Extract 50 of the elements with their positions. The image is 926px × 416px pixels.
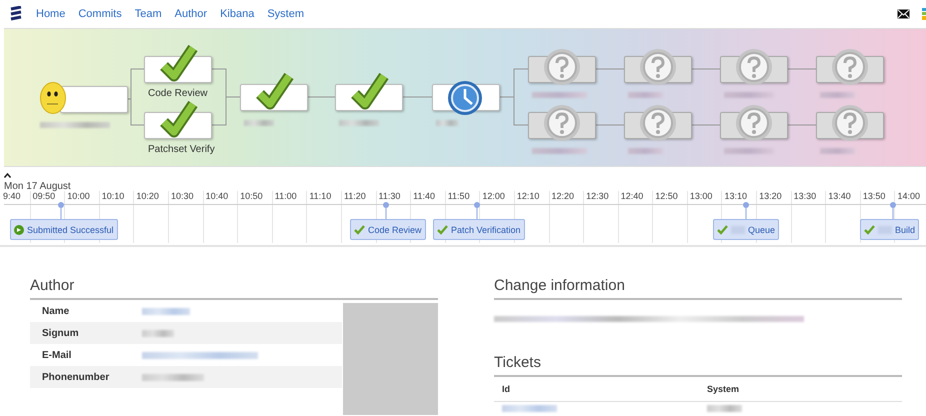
time-tick: 13:00 xyxy=(690,191,712,201)
timeline-event[interactable]: Code Review xyxy=(350,219,426,240)
nav-link[interactable]: Author xyxy=(174,8,208,20)
nav-link[interactable]: Kibana xyxy=(220,8,254,20)
section-title: Author xyxy=(30,277,438,300)
time-tick: 13:40 xyxy=(828,191,851,201)
stage-label: Patchset Verify xyxy=(148,144,215,155)
nav-link[interactable]: System xyxy=(267,8,304,20)
time-tick: 12:20 xyxy=(552,191,574,201)
field-label: E-Mail xyxy=(42,350,72,360)
time-tick: 12:30 xyxy=(586,191,609,201)
time-tick: 11:10 xyxy=(309,191,332,201)
time-tick: 10:10 xyxy=(102,191,124,201)
column-header: Id xyxy=(502,384,511,394)
time-tick: 10:00 xyxy=(67,191,90,201)
time-tick: 11:00 xyxy=(274,191,297,201)
time-tick: 13:20 xyxy=(759,191,782,201)
nav-link[interactable]: Commits xyxy=(78,8,122,20)
field-label: Name xyxy=(42,306,70,316)
time-tick: 12:50 xyxy=(655,191,678,201)
time-tick: 10:40 xyxy=(206,191,228,201)
field-label: Signum xyxy=(42,328,80,338)
time-tick: 11:30 xyxy=(378,191,400,201)
field-label: Phonenumber xyxy=(42,372,110,382)
time-tick: 13:30 xyxy=(794,191,816,201)
time-tick: 12:40 xyxy=(620,191,644,201)
column-header: System xyxy=(707,384,740,394)
nav-link[interactable]: Home xyxy=(36,8,66,20)
nav-link[interactable]: Team xyxy=(134,8,162,20)
timeline-event[interactable]: Patch Verification xyxy=(433,219,525,240)
timeline-date: Mon 17 August xyxy=(4,181,71,192)
section-title: Tickets xyxy=(494,354,902,377)
time-tick: 10:30 xyxy=(170,191,194,201)
time-tick: 13:10 xyxy=(724,191,747,201)
timeline-event[interactable]: Build xyxy=(860,219,920,240)
time-tick: 11:50 xyxy=(448,191,470,201)
time-tick: 12:10 xyxy=(516,191,540,201)
time-tick: 09:50 xyxy=(32,191,56,201)
timeline-event[interactable]: Queue xyxy=(713,219,780,240)
stage-label: Code Review xyxy=(148,88,208,99)
time-tick: 11:20 xyxy=(344,191,366,201)
section-title: Change information xyxy=(494,277,902,300)
time-tick: 12:00 xyxy=(482,191,505,201)
time-tick: 10:20 xyxy=(136,191,159,201)
time-tick: 9:40 xyxy=(3,191,21,201)
time-tick: 13:50 xyxy=(862,191,886,201)
time-tick: 11:40 xyxy=(413,191,435,201)
timeline-event[interactable]: Submitted Successful xyxy=(10,219,118,240)
time-tick: 10:50 xyxy=(240,191,263,201)
time-tick: 14:00 xyxy=(897,191,920,201)
